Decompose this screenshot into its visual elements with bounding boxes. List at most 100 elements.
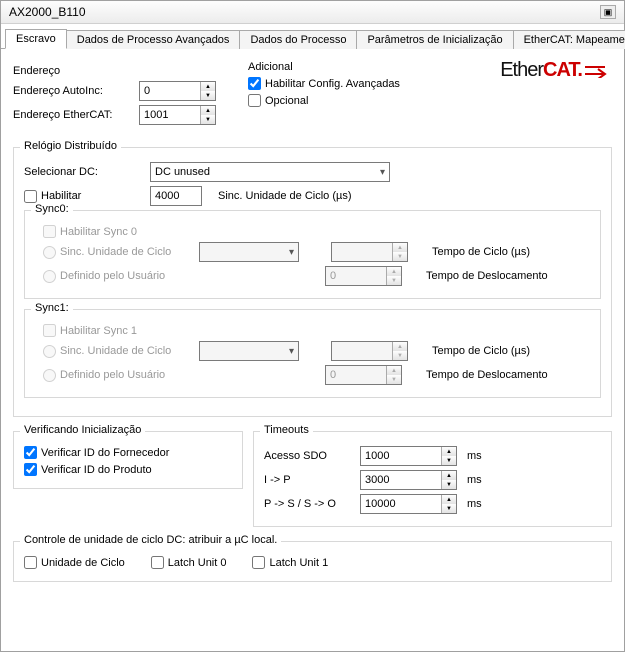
latch1-label: Latch Unit 1	[269, 557, 328, 569]
adicional-legend: Adicional	[248, 61, 293, 73]
sdo-unit: ms	[467, 450, 482, 462]
sync0-cycle-time-label: Tempo de Ciclo (µs)	[432, 246, 530, 258]
ip-input[interactable]: ▲▼	[360, 470, 457, 490]
sync0-shift-input: ▲▼	[325, 266, 402, 286]
sync1-shift-label: Tempo de Deslocamento	[426, 369, 548, 381]
latch0-check[interactable]	[151, 556, 164, 569]
psso-label: P -> S / S -> O	[264, 498, 354, 510]
spin-up-icon: ▲	[387, 366, 401, 375]
sync1-enable-label: Habilitar Sync 1	[60, 325, 137, 337]
adv-config-check[interactable]	[248, 77, 261, 90]
dc-select[interactable]: DC unused	[150, 162, 390, 182]
timeouts-legend: Timeouts	[260, 424, 313, 436]
sync0-cycle-time-field	[332, 243, 392, 261]
sync1-cycle-radio: Sinc. Unidade de Ciclo	[43, 345, 193, 358]
sync0-enable-checkbox: Habilitar Sync 0	[43, 225, 137, 238]
spin-up-icon[interactable]: ▲	[442, 447, 456, 456]
sync0-cycle-radio: Sinc. Unidade de Ciclo	[43, 246, 193, 259]
cycle-unit-checkbox[interactable]: Unidade de Ciclo	[24, 556, 125, 569]
group-timeouts: Timeouts Acesso SDO ▲▼ ms I -> P ▲	[253, 431, 612, 527]
spin-up-icon[interactable]: ▲	[201, 106, 215, 115]
group-init: Verificando Inicialização Verificar ID d…	[13, 431, 243, 489]
group-dc: Relógio Distribuído Selecionar DC: DC un…	[13, 147, 612, 417]
dc-legend: Relógio Distribuído	[20, 140, 121, 152]
tab-bar: Escravo Dados de Processo Avançados Dado…	[1, 24, 624, 49]
spin-down-icon[interactable]: ▼	[201, 91, 215, 100]
optional-label: Opcional	[265, 95, 308, 107]
optional-checkbox[interactable]: Opcional	[248, 94, 308, 107]
spin-down-icon: ▼	[393, 351, 407, 360]
ip-unit: ms	[467, 474, 482, 486]
spin-up-icon[interactable]: ▲	[442, 495, 456, 504]
spin-up-icon[interactable]: ▲	[201, 82, 215, 91]
cycle-unit-check[interactable]	[24, 556, 37, 569]
latch1-check[interactable]	[252, 556, 265, 569]
spin-down-icon[interactable]: ▼	[201, 115, 215, 124]
psso-field[interactable]	[361, 495, 441, 513]
sync1-cycle-select	[199, 341, 299, 361]
sync0-cycle-select	[199, 242, 299, 262]
ethercat-addr-input[interactable]: ▲▼	[139, 105, 216, 125]
group-adicional: Adicional Habilitar Config. Avançadas Op…	[248, 57, 612, 115]
tab-dados-avancados[interactable]: Dados de Processo Avançados	[66, 30, 241, 49]
logo-arrow-icon	[584, 64, 608, 78]
sync1-user-radio-input	[43, 369, 56, 382]
optional-check[interactable]	[248, 94, 261, 107]
sync1-shift-input: ▲▼	[325, 365, 402, 385]
product-check[interactable]	[24, 463, 37, 476]
sdo-field[interactable]	[361, 447, 441, 465]
product-label: Verificar ID do Produto	[41, 464, 152, 476]
dc-select-label: Selecionar DC:	[24, 166, 144, 178]
group-sync1: Sync1: Habilitar Sync 1 Sinc. Unidade de…	[24, 309, 601, 398]
sync0-legend: Sync0:	[31, 203, 73, 215]
autoinc-field[interactable]	[140, 82, 200, 100]
logo-ether: Ether	[500, 59, 543, 82]
tab-escravo[interactable]: Escravo	[5, 29, 67, 49]
init-legend: Verificando Inicialização	[20, 424, 145, 436]
sync1-cycle-radio-label: Sinc. Unidade de Ciclo	[60, 345, 171, 357]
vendor-checkbox[interactable]: Verificar ID do Fornecedor	[24, 446, 169, 459]
spin-up-icon: ▲	[393, 243, 407, 252]
vendor-check[interactable]	[24, 446, 37, 459]
window-control-icon[interactable]: ▣	[600, 5, 616, 19]
latch0-checkbox[interactable]: Latch Unit 0	[151, 556, 227, 569]
sdo-input[interactable]: ▲▼	[360, 446, 457, 466]
dc-enable-check[interactable]	[24, 190, 37, 203]
cycle-unit-label: Unidade de Ciclo	[41, 557, 125, 569]
spin-up-icon: ▲	[387, 267, 401, 276]
ip-field[interactable]	[361, 471, 441, 489]
ethercat-addr-label: Endereço EtherCAT:	[13, 109, 133, 121]
sync0-user-radio-label: Definido pelo Usuário	[60, 270, 165, 282]
psso-unit: ms	[467, 498, 482, 510]
latch1-checkbox[interactable]: Latch Unit 1	[252, 556, 328, 569]
product-checkbox[interactable]: Verificar ID do Produto	[24, 463, 152, 476]
logo-cat: CAT.	[543, 59, 582, 82]
spin-down-icon[interactable]: ▼	[442, 456, 456, 465]
panel: Endereço Endereço AutoInc: ▲▼ Endereço E…	[1, 49, 624, 651]
psso-input[interactable]: ▲▼	[360, 494, 457, 514]
dc-enable-checkbox[interactable]: Habilitar	[24, 190, 144, 203]
spin-down-icon: ▼	[393, 252, 407, 261]
spin-down-icon[interactable]: ▼	[442, 480, 456, 489]
sync0-user-radio: Definido pelo Usuário	[43, 270, 193, 283]
latch0-label: Latch Unit 0	[168, 557, 227, 569]
adv-config-checkbox[interactable]: Habilitar Config. Avançadas	[248, 77, 400, 90]
vendor-label: Verificar ID do Fornecedor	[41, 447, 169, 459]
tab-ethercat-map[interactable]: EtherCAT: Mapeamento d	[513, 30, 625, 49]
adv-config-label: Habilitar Config. Avançadas	[265, 78, 400, 90]
dc-cycle-field[interactable]	[151, 187, 201, 205]
sync1-legend: Sync1:	[31, 302, 73, 314]
dc-cycle-input[interactable]	[150, 186, 202, 206]
autoinc-label: Endereço AutoInc:	[13, 85, 133, 97]
autoinc-input[interactable]: ▲▼	[139, 81, 216, 101]
spin-down-icon[interactable]: ▼	[442, 504, 456, 513]
sync0-enable-label: Habilitar Sync 0	[60, 226, 137, 238]
endereco-legend: Endereço	[13, 65, 60, 77]
sync0-enable-check	[43, 225, 56, 238]
sync1-enable-checkbox: Habilitar Sync 1	[43, 324, 137, 337]
sync1-cycle-time-label: Tempo de Ciclo (µs)	[432, 345, 530, 357]
ethercat-addr-field[interactable]	[140, 106, 200, 124]
tab-parametros-init[interactable]: Parâmetros de Inicialização	[356, 30, 513, 49]
spin-up-icon[interactable]: ▲	[442, 471, 456, 480]
tab-dados-processo[interactable]: Dados do Processo	[239, 30, 357, 49]
